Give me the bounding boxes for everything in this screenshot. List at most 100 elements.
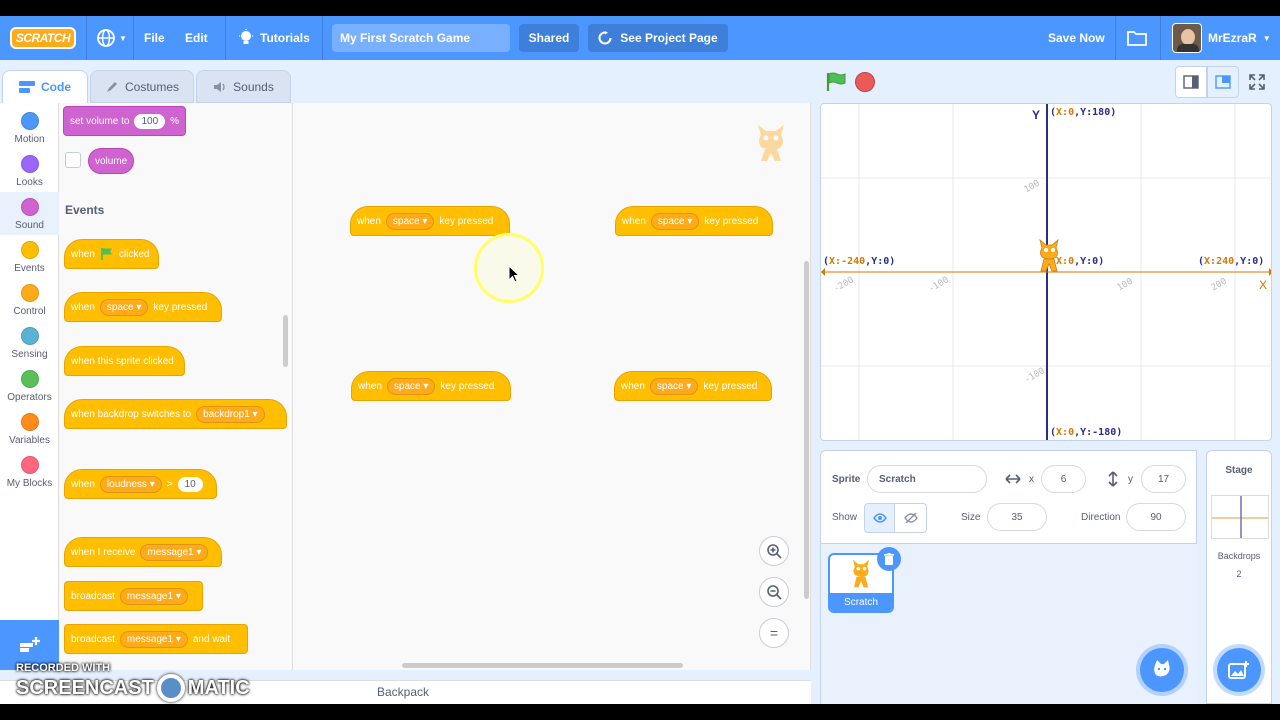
workspace-horizontal-scrollbar[interactable] [402, 663, 683, 668]
my-stuff-button[interactable] [1127, 16, 1147, 60]
key-dropdown[interactable]: space [99, 298, 149, 316]
backdrops-count: 2 [1236, 569, 1242, 579]
loudness-dropdown[interactable]: loudness [99, 475, 162, 493]
language-menu[interactable]: ▼ [96, 16, 127, 60]
category-events[interactable]: Events [0, 235, 59, 278]
workspace-when-key-block[interactable]: when space key pressed [614, 371, 772, 401]
key-dropdown[interactable]: space [385, 212, 435, 230]
category-sound[interactable]: Sound [0, 192, 59, 235]
stop-button[interactable] [855, 72, 875, 92]
block-text: set volume to [70, 115, 130, 127]
cat-sprite[interactable] [1036, 238, 1062, 274]
zoom-reset-button[interactable]: = [759, 618, 789, 648]
category-control[interactable]: Control [0, 278, 59, 321]
key-dropdown[interactable]: space [386, 377, 436, 395]
category-label: Operators [7, 392, 52, 403]
large-stage-icon [1215, 75, 1231, 89]
category-label: Motion [14, 134, 45, 145]
when-flag-clicked-block[interactable]: when clicked [64, 239, 159, 269]
when-key-pressed-block[interactable]: when space key pressed [64, 292, 222, 322]
green-flag-icon[interactable] [824, 71, 846, 93]
shared-button[interactable]: Shared [519, 24, 579, 52]
category-my-blocks[interactable]: My Blocks [0, 450, 59, 493]
watermark-line3: MATIC [187, 676, 250, 699]
sprite-name-input[interactable]: Scratch [867, 465, 987, 493]
fullscreen-icon [1249, 74, 1265, 90]
palette-scrollbar[interactable] [283, 315, 288, 367]
code-workspace[interactable]: when space key pressed when space key pr… [293, 103, 811, 670]
when-loudness-block[interactable]: when loudness > 10 [64, 469, 217, 499]
category-label: Variables [9, 435, 50, 446]
tab-code[interactable]: Code [2, 70, 88, 103]
fullscreen-button[interactable] [1243, 66, 1271, 98]
message-dropdown[interactable]: message1 [119, 630, 188, 648]
scratch-logo[interactable]: SCRATCH [10, 27, 76, 49]
key-dropdown[interactable]: space [650, 212, 700, 230]
avatar [1172, 23, 1202, 53]
show-hidden-button[interactable] [895, 503, 927, 533]
scratch-editor: SCRATCH ▼ File Edit Tutorials My First S… [0, 0, 1280, 720]
workspace-when-key-block[interactable]: when space key pressed [351, 371, 511, 401]
tab-costumes[interactable]: Costumes [90, 70, 194, 103]
delete-sprite-button[interactable] [877, 547, 901, 571]
coord-bottom: (X:0,Y:-180) [1050, 427, 1123, 438]
show-visible-button[interactable] [864, 503, 895, 533]
when-sprite-clicked-block[interactable]: when this sprite clicked [64, 346, 185, 376]
choose-backdrop-button[interactable] [1217, 648, 1261, 692]
key-dropdown[interactable]: space [649, 377, 699, 395]
message-dropdown[interactable]: message1 [119, 587, 188, 605]
when-backdrop-switches-block[interactable]: when backdrop switches to backdrop1 [64, 399, 287, 429]
save-now-button[interactable]: Save Now [1048, 16, 1105, 60]
see-project-label: See Project Page [620, 31, 718, 45]
category-variables[interactable]: Variables [0, 407, 59, 450]
zoom-in-button[interactable] [759, 536, 789, 566]
message-dropdown[interactable]: message1 [140, 543, 209, 561]
block-text: when [622, 215, 646, 227]
watermark-line2: SCREENCAST [16, 676, 154, 699]
x-input[interactable]: 6 [1041, 465, 1086, 493]
y-axis-label: Y [1032, 108, 1041, 122]
add-extension-icon [19, 637, 40, 652]
backdrop-dropdown[interactable]: backdrop1 [196, 405, 265, 423]
tab-sounds-label: Sounds [233, 79, 274, 94]
speaker-icon [214, 81, 225, 92]
volume-checkbox[interactable] [65, 152, 81, 168]
choose-sprite-button[interactable] [1140, 648, 1184, 692]
block-text: when this sprite clicked [71, 355, 174, 367]
globe-icon [97, 29, 115, 47]
stage-thumbnail [1211, 495, 1269, 539]
broadcast-and-wait-block[interactable]: broadcast message1 and wait [64, 624, 248, 654]
size-input[interactable]: 35 [987, 503, 1047, 531]
zoom-out-button[interactable] [759, 577, 789, 607]
stage-canvas[interactable]: Y X (X:0,Y:180) (X:0,Y:-180) (X:-240,Y:0… [820, 103, 1272, 441]
file-menu[interactable]: File [144, 16, 165, 60]
set-volume-block[interactable]: set volume to 100 % [63, 106, 187, 136]
see-project-page-button[interactable]: See Project Page [588, 24, 728, 52]
broadcast-block[interactable]: broadcast message1 [64, 581, 203, 611]
x-label: x [1029, 474, 1034, 485]
when-i-receive-block[interactable]: when I receive message1 [64, 537, 222, 567]
block-text: when I receive [71, 546, 136, 558]
direction-input[interactable]: 90 [1126, 503, 1186, 531]
small-stage-button[interactable] [1175, 66, 1207, 98]
workspace-when-key-block[interactable]: when space key pressed [350, 206, 510, 236]
large-stage-button[interactable] [1207, 66, 1239, 98]
motion-dot [20, 112, 39, 130]
loudness-input[interactable]: 10 [177, 476, 203, 492]
category-motion[interactable]: Motion [0, 106, 59, 149]
category-operators[interactable]: Operators [0, 364, 59, 407]
workspace-vertical-scrollbar[interactable] [804, 261, 809, 599]
y-input[interactable]: 17 [1141, 465, 1186, 493]
tab-sounds[interactable]: Sounds [196, 70, 291, 103]
block-text: key pressed [153, 301, 208, 313]
account-menu[interactable]: MrEzraR ▼ [1172, 16, 1271, 60]
vertical-arrows-icon [1108, 471, 1118, 487]
category-looks[interactable]: Looks [0, 149, 59, 192]
volume-input[interactable]: 100 [134, 113, 166, 129]
project-title-input[interactable]: My First Scratch Game [332, 24, 510, 52]
edit-menu[interactable]: Edit [185, 16, 208, 60]
volume-reporter[interactable]: volume [88, 148, 135, 174]
tutorials-button[interactable]: Tutorials [238, 16, 310, 60]
category-sensing[interactable]: Sensing [0, 321, 59, 364]
workspace-when-key-block[interactable]: when space key pressed [615, 206, 773, 236]
